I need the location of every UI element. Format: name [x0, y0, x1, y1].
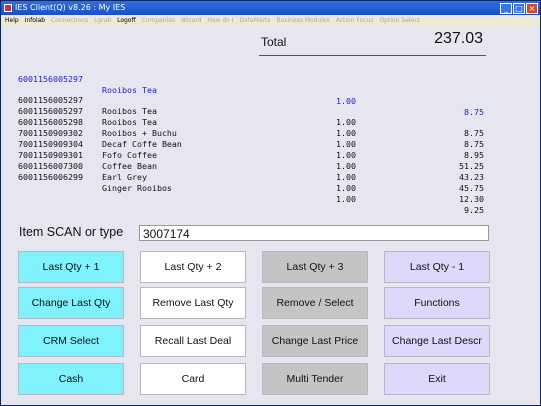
menu-business-modules: Business Modules [276, 17, 330, 24]
list-item[interactable]: 6001156005298 Rooibos + Buchu 1.00 8.95 [18, 106, 488, 160]
menu-action-focus: Action Focus [335, 17, 374, 24]
menu-help[interactable]: Help [5, 17, 19, 24]
item-qty: 1.00 [336, 194, 356, 204]
item-code: 6001156006299 [18, 172, 83, 182]
change-last-descr-button[interactable]: Change Last Descr [384, 325, 490, 357]
item-amount: 45.75 [459, 183, 484, 193]
item-description: Earl Grey [102, 172, 147, 182]
list-item[interactable]: 7001150909302 Decaf Coffe Bean 1.00 51.2… [18, 117, 488, 171]
menu-companies: Companies [141, 17, 176, 24]
recall-last-deal-button[interactable]: Recall Last Deal [140, 325, 246, 357]
menu-option-select: Option Select [379, 17, 420, 24]
exit-button[interactable]: Exit [384, 363, 490, 395]
menu-how-do-i: How do I [207, 17, 234, 24]
scan-label: Item SCAN or type [19, 225, 124, 239]
last-qty-minus-1-button[interactable]: Last Qty - 1 [384, 251, 490, 283]
last-qty-plus-2-button[interactable]: Last Qty + 2 [140, 251, 246, 283]
item-description: Ginger Rooibos [102, 183, 172, 193]
list-item[interactable]: 7001150909304 Fofo Coffee 1.00 43.23 [18, 128, 488, 182]
app-window: IES Client(Q) v8.26 : My IES _ □ × Help In… [0, 0, 541, 406]
list-item[interactable]: 6001156005297 Rooibos Tea 1.00 8.75 [18, 84, 488, 138]
menu-connections: Connections [51, 17, 89, 24]
scan-input[interactable]: 3007174 [139, 225, 489, 241]
last-item-row: 6001156005297 Rooibos Tea 1.00 8.75 [18, 63, 488, 117]
item-amount: 9.25 [464, 205, 484, 215]
multi-tender-button[interactable]: Multi Tender [262, 363, 368, 395]
total-label: Total [261, 35, 287, 49]
change-last-qty-button[interactable]: Change Last Qty [18, 287, 124, 319]
window-title: IES Client(Q) v8.26 : My IES [15, 3, 126, 12]
item-qty: 1.00 [336, 183, 356, 193]
crm-select-button[interactable]: CRM Select [18, 325, 124, 357]
last-qty-plus-1-button[interactable]: Last Qty + 1 [18, 251, 124, 283]
app-icon [4, 4, 12, 12]
title-bar[interactable]: IES Client(Q) v8.26 : My IES _ □ × [1, 1, 540, 15]
maximize-icon[interactable]: □ [513, 3, 525, 14]
menu-bar: Help Infolab Connections Lgrab Logoff Co… [1, 15, 540, 27]
item-qty: 1.00 [336, 172, 356, 182]
pos-panel: Total 237.03 6001156005297 Rooibos Tea 1… [1, 27, 540, 405]
list-item[interactable]: 6001156006299 Ginger Rooibos 1.00 9.25 [18, 161, 488, 215]
remove-last-qty-button[interactable]: Remove Last Qty [140, 287, 246, 319]
total-value: 237.03 [434, 30, 483, 47]
menu-wizard: Wizard [180, 17, 202, 24]
remove-select-button[interactable]: Remove / Select [262, 287, 368, 319]
menu-logoff[interactable]: Logoff [117, 17, 136, 24]
item-amount: 12.30 [459, 194, 484, 204]
list-item[interactable]: 7001150909301 Coffee Bean 1.00 45.75 [18, 139, 488, 193]
last-qty-plus-3-button[interactable]: Last Qty + 3 [262, 251, 368, 283]
minimize-icon[interactable]: _ [500, 3, 512, 14]
cash-button[interactable]: Cash [18, 363, 124, 395]
list-item[interactable]: 6001156005297 Rooibos Tea 1.00 8.75 [18, 95, 488, 149]
close-icon[interactable]: × [526, 3, 538, 14]
card-button[interactable]: Card [140, 363, 246, 395]
total-divider [259, 55, 486, 56]
menu-datamarts: DataMarts [239, 17, 271, 24]
change-last-price-button[interactable]: Change Last Price [262, 325, 368, 357]
item-amount: 43.23 [459, 172, 484, 182]
menu-lgrab: Lgrab [94, 17, 112, 24]
window-controls: _ □ × [499, 2, 538, 16]
list-item[interactable]: 6001156007300 Earl Grey 1.00 12.30 [18, 150, 488, 204]
menu-infolab[interactable]: Infolab [25, 17, 46, 24]
functions-button[interactable]: Functions [384, 287, 490, 319]
